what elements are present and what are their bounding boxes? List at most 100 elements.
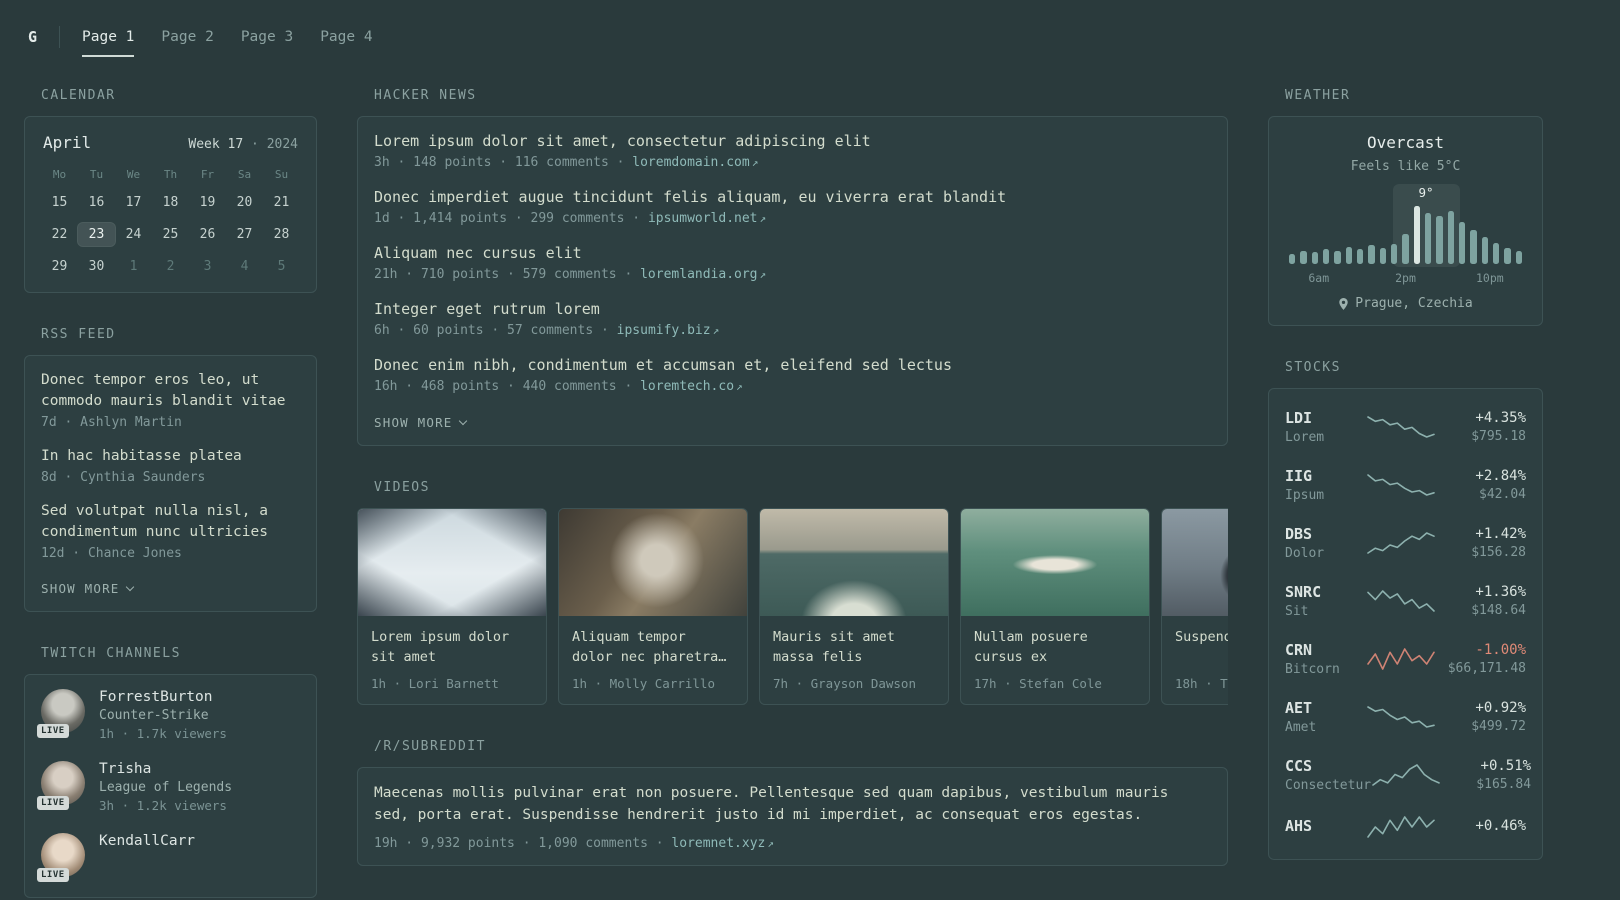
- video-card-body: Mauris sit amet massa felis 7h · Grayson…: [760, 616, 948, 704]
- tab-page-1[interactable]: Page 1: [82, 25, 135, 57]
- video-card[interactable]: Mauris sit amet massa felis 7h · Grayson…: [759, 508, 949, 705]
- hn-item-title[interactable]: Lorem ipsum dolor sit amet, consectetur …: [374, 131, 1211, 152]
- calendar-day: 19: [199, 195, 216, 210]
- live-badge: LIVE: [37, 868, 69, 883]
- stock-row: DBS Dolor +1.42% $156.28: [1285, 514, 1526, 572]
- video-thumbnail[interactable]: [961, 509, 1149, 616]
- top-nav: G Page 1 Page 2 Page 3 Page 4: [24, 14, 1596, 60]
- stock-identity: CCS Consectetur: [1285, 757, 1371, 793]
- calendar-day: 28: [273, 227, 290, 242]
- stock-price: $148.64: [1471, 603, 1526, 618]
- twitch-channel-row[interactable]: LIVE KendallCarr: [37, 833, 300, 883]
- videos-row: Lorem ipsum dolor sit amet consectetu… 1…: [357, 508, 1228, 705]
- calendar-day-today: 23: [78, 223, 115, 246]
- hn-item-domain-link[interactable]: ipsumworld.net: [648, 211, 758, 226]
- hn-item-domain-link[interactable]: loremdomain.com: [632, 155, 749, 170]
- calendar-day: 27: [236, 227, 253, 242]
- calendar-day: 21: [273, 195, 290, 210]
- hn-show-more-button[interactable]: SHOW MORE: [374, 415, 467, 430]
- calendar-day-next-month: 1: [129, 259, 138, 274]
- hn-item-domain-link[interactable]: loremtech.co: [640, 379, 734, 394]
- tab-page-3[interactable]: Page 3: [241, 25, 293, 49]
- rss-item-title[interactable]: In hac habitasse platea: [41, 446, 300, 467]
- calendar-day: 26: [199, 227, 216, 242]
- reddit-post-title[interactable]: Maecenas mollis pulvinar erat non posuer…: [374, 782, 1211, 827]
- video-thumbnail[interactable]: [760, 509, 948, 616]
- reddit-post-stats: 19h · 9,932 points · 1,090 comments ·: [374, 835, 672, 851]
- rss-item-title[interactable]: Donec tempor eros leo, ut commodo mauris…: [41, 370, 300, 412]
- hn-item-domain-link[interactable]: ipsumify.biz: [617, 323, 711, 338]
- middle-column: HACKER NEWS Lorem ipsum dolor sit amet, …: [357, 88, 1228, 900]
- stock-sparkline: [1367, 648, 1435, 670]
- calendar-header: April Week 17 · 2024: [41, 131, 300, 152]
- video-thumbnail[interactable]: [1162, 509, 1228, 616]
- video-meta: 1h · Molly Carrillo: [572, 676, 715, 691]
- stock-name: Ipsum: [1285, 488, 1325, 503]
- stock-change: +0.46%: [1475, 817, 1526, 834]
- page-tabs: Page 1 Page 2 Page 3 Page 4: [82, 25, 373, 57]
- video-card[interactable]: Aliquam tempor dolor nec pharetra… 1h · …: [558, 508, 748, 705]
- twitch-channel-info: KendallCarr: [99, 833, 195, 877]
- stock-price: $499.72: [1471, 719, 1526, 734]
- hn-item-title[interactable]: Donec enim nibh, condimentum et accumsan…: [374, 355, 1211, 376]
- stock-identity: AHS: [1285, 817, 1366, 838]
- reddit-domain-link[interactable]: loremnet.xyz: [671, 836, 765, 851]
- calendar-day: 17: [125, 195, 142, 210]
- calendar-year: 2024: [266, 137, 298, 152]
- stock-figures: +0.46%: [1436, 818, 1526, 837]
- chevron-down-icon: [458, 416, 467, 426]
- hn-item-title[interactable]: Aliquam nec cursus elit: [374, 243, 1211, 264]
- dow-label: We: [126, 168, 141, 181]
- weather-current-temp-label: 9°: [1418, 185, 1434, 200]
- hn-item-title[interactable]: Donec imperdiet augue tincidunt felis al…: [374, 187, 1211, 208]
- stock-price: $66,171.48: [1447, 661, 1526, 676]
- weather-card: Overcast Feels like 5°C 9° 6am 2pm 10pm: [1268, 116, 1543, 326]
- section-title-stocks: STOCKS: [1285, 360, 1341, 375]
- stock-name: Lorem: [1285, 430, 1325, 445]
- twitch-channel-row[interactable]: LIVE Trisha League of Legends 3h · 1.2k …: [37, 761, 300, 813]
- app-logo[interactable]: G: [24, 28, 41, 46]
- calendar-month: April: [43, 133, 92, 152]
- hn-item-domain-link[interactable]: loremlandia.org: [640, 267, 757, 282]
- calendar-day: 22: [51, 227, 68, 242]
- twitch-channel-row[interactable]: LIVE ForrestBurton Counter-Strike 1h · 1…: [37, 689, 300, 741]
- stock-name: Bitcorn: [1285, 662, 1340, 677]
- stock-symbol: DBS: [1285, 525, 1313, 543]
- weather-condition: Overcast: [1366, 133, 1445, 152]
- stock-price: $156.28: [1471, 545, 1526, 560]
- video-thumbnail[interactable]: [559, 509, 747, 616]
- tab-page-2[interactable]: Page 2: [161, 25, 213, 49]
- twitch-channel-name: Trisha: [99, 761, 152, 778]
- stock-identity: AET Amet: [1285, 699, 1366, 735]
- video-title: Nullam posuere cursus ex: [974, 629, 1088, 666]
- hn-item-title[interactable]: Integer eget rutrum lorem: [374, 299, 1211, 320]
- hn-item-meta: 6h · 60 points · 57 comments · ipsumify.…: [374, 323, 1211, 338]
- reddit-post-meta: 19h · 9,932 points · 1,090 comments · lo…: [374, 836, 1211, 851]
- hn-item: Aliquam nec cursus elit 21h · 710 points…: [374, 243, 1211, 282]
- stock-row: CRN Bitcorn -1.00% $66,171.48: [1285, 630, 1526, 688]
- video-thumbnail[interactable]: [358, 509, 546, 616]
- stock-sparkline: [1367, 706, 1435, 728]
- hackernews-card: Lorem ipsum dolor sit amet, consectetur …: [357, 116, 1228, 446]
- stock-identity: IIG Ipsum: [1285, 467, 1366, 503]
- stock-row: CCS Consectetur +0.51% $165.84: [1285, 746, 1531, 804]
- tab-page-4[interactable]: Page 4: [320, 25, 372, 49]
- calendar-day-next-month: 3: [203, 259, 212, 274]
- stock-name: Consectetur: [1285, 778, 1372, 793]
- video-card[interactable]: Nullam posuere cursus ex 17h · Stefan Co…: [960, 508, 1150, 705]
- hn-item-stats: 3h · 148 points · 116 comments ·: [374, 155, 633, 170]
- weather-location: Prague, Czechia: [1285, 296, 1526, 311]
- video-card-body: Suspendisse diam 18h · Tara: [1162, 616, 1228, 704]
- calendar-week-year: Week 17 · 2024: [188, 137, 298, 152]
- nav-divider: [59, 26, 61, 48]
- stock-sparkline: [1367, 590, 1435, 612]
- stock-price: $42.04: [1479, 487, 1526, 502]
- external-link-icon: ↗: [736, 380, 743, 393]
- rss-show-more-button[interactable]: SHOW MORE: [41, 581, 134, 596]
- video-card[interactable]: Lorem ipsum dolor sit amet consectetu… 1…: [357, 508, 547, 705]
- rss-item: Sed volutpat nulla nisl, a condimentum n…: [41, 501, 300, 561]
- stock-sparkline: [1367, 532, 1435, 554]
- video-card[interactable]: Suspendisse diam 18h · Tara: [1161, 508, 1228, 705]
- videos-widget: VIDEOS Lorem ipsum dolor sit amet consec…: [357, 480, 1228, 705]
- rss-item-title[interactable]: Sed volutpat nulla nisl, a condimentum n…: [41, 501, 300, 543]
